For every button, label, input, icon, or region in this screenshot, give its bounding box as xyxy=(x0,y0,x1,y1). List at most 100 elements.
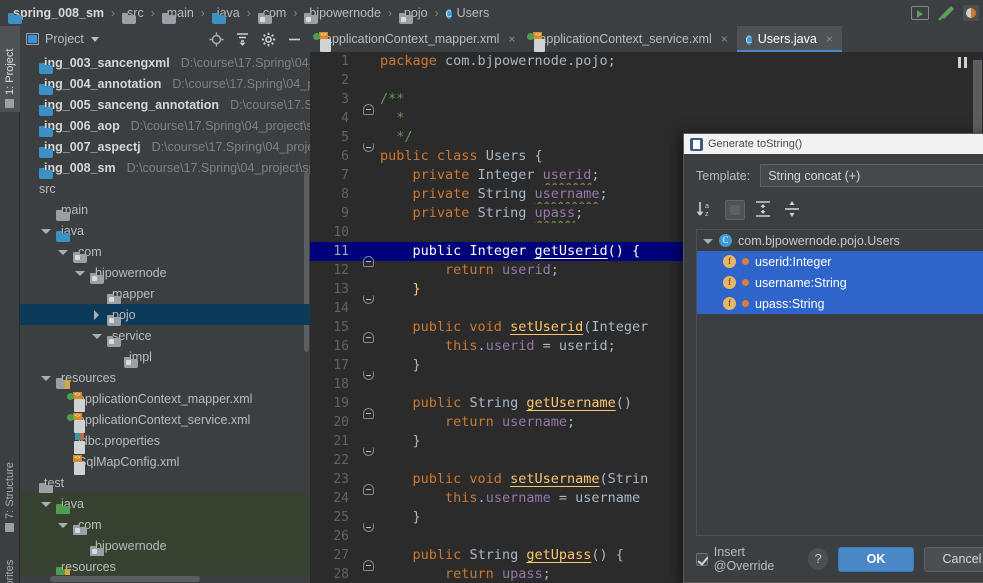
members-list-class-node[interactable]: Ccom.bjpowernode.pojo.Users xyxy=(697,230,983,251)
members-list[interactable]: Ccom.bjpowernode.pojo.Users f userid:Integ… xyxy=(696,229,983,536)
member-row[interactable]: f userid:Integer xyxy=(697,251,983,272)
member-label: userid:Integer xyxy=(755,254,832,269)
breadcrumb-item-java[interactable]: java xyxy=(210,3,242,24)
close-icon[interactable]: × xyxy=(721,32,728,46)
tree-node-service[interactable]: service xyxy=(20,325,310,347)
tree-node-label: applicationContext_service.xml xyxy=(78,412,251,427)
member-row[interactable]: f upass:String xyxy=(697,293,983,314)
insert-override-checkbox[interactable]: Insert @Override xyxy=(696,545,798,573)
tree-node-ing-006-aop[interactable]: ing_006_aop D:\course\17.Spring\04_projec… xyxy=(20,115,310,137)
tree-node-com[interactable]: com xyxy=(20,514,310,536)
dialog-footer: Insert @Override ? OK Cancel xyxy=(684,536,983,582)
close-icon[interactable]: × xyxy=(508,32,515,46)
project-tree[interactable]: ing_003_sancengxml D:\course\17.Spring\04… xyxy=(20,52,310,583)
tool-window-button-favorites[interactable]: Favorites xyxy=(0,531,20,583)
class-icon: C xyxy=(445,8,452,19)
ok-button[interactable]: OK xyxy=(838,546,914,572)
line-number: 21 xyxy=(333,434,349,449)
dialog-body: Template: String concat (+) a z C com.bj… xyxy=(684,154,983,536)
tree-node-bjpowernode[interactable]: bjpowernode xyxy=(20,535,310,557)
visibility-private-icon xyxy=(742,258,749,265)
editor-tab-applicationcontext-service-xml[interactable]: <> applicationContext_service.xml × xyxy=(524,26,736,52)
sort-alphabetically-icon[interactable]: a z xyxy=(696,200,716,220)
tree-node-sqlmapconfig-xml[interactable]: <> SqlMapConfig.xml xyxy=(20,451,310,475)
editor-tab-applicationcontext-mapper-xml[interactable]: <> applicationContext_mapper.xml × xyxy=(310,26,524,52)
editor-tab-users-java[interactable]: C Users.java × xyxy=(736,26,842,52)
code-line[interactable]: 2 xyxy=(310,71,983,90)
line-number: 6 xyxy=(341,149,349,164)
chevron-down-icon[interactable] xyxy=(41,226,51,236)
breadcrumb-item-main[interactable]: main xyxy=(160,3,196,24)
line-number: 2 xyxy=(341,73,349,88)
tree-node-resources[interactable]: resources xyxy=(20,556,310,578)
breadcrumb-item-bjpowernode[interactable]: bjpowernode xyxy=(302,3,383,24)
tree-node-applicationcontext-service-xml[interactable]: <> applicationContext_service.xml xyxy=(20,409,310,433)
member-row[interactable]: f username:String xyxy=(697,272,983,293)
dialog-title: Generate toString() xyxy=(708,138,803,150)
tool-window-label-project: 1: Project xyxy=(4,48,16,95)
tree-node-ing-008-sm[interactable]: ing_008_sm D:\course\17.Spring\04_project… xyxy=(20,157,310,179)
expand-all-icon[interactable] xyxy=(754,200,774,220)
tree-node-mapper[interactable]: mapper xyxy=(20,283,310,305)
chevron-right-icon[interactable] xyxy=(92,309,102,320)
tree-node-bjpowernode[interactable]: bjpowernode xyxy=(20,262,310,284)
tree-node-resources[interactable]: resources xyxy=(20,367,310,389)
tree-node-java[interactable]: java xyxy=(20,220,310,242)
tree-node-ing-004-annotation[interactable]: ing_004_annotation D:\course\17.Spring\04… xyxy=(20,73,310,95)
tree-node-impl[interactable]: impl xyxy=(20,346,310,368)
tree-node-com[interactable]: com xyxy=(20,241,310,263)
chevron-down-icon[interactable] xyxy=(90,34,100,44)
project-tree-horizontal-scrollbar[interactable] xyxy=(20,575,310,583)
help-button[interactable]: ? xyxy=(808,548,828,570)
tree-node-ing-007-aspectj[interactable]: ing_007_aspectj D:\course\17.Spring\04_pr… xyxy=(20,136,310,158)
breadcrumb-item-src[interactable]: src xyxy=(120,3,146,24)
tree-node-jdbc-properties[interactable]: jdbc.properties xyxy=(20,430,310,451)
collapse-all-icon[interactable] xyxy=(235,32,250,47)
tool-window-button-project[interactable]: 1: Project xyxy=(0,26,20,112)
tree-node-pojo[interactable]: pojo xyxy=(20,304,310,326)
tree-node-path: D:\course\17.Spring\04_project\sprin xyxy=(126,160,310,175)
line-number: 18 xyxy=(333,377,349,392)
chevron-down-icon[interactable] xyxy=(703,236,713,246)
line-number: 7 xyxy=(341,168,349,183)
chevron-down-icon[interactable] xyxy=(41,499,51,509)
chevron-down-icon[interactable] xyxy=(58,247,68,257)
hide-window-icon[interactable] xyxy=(287,32,302,47)
chevron-down-icon[interactable] xyxy=(75,268,85,278)
tree-node-main[interactable]: main xyxy=(20,199,310,221)
show-fields-toggle-icon[interactable] xyxy=(725,200,745,220)
breadcrumb-item-pojo[interactable]: pojo xyxy=(397,3,430,24)
tree-node-label: ing_005_sanceng_annotation xyxy=(44,97,220,112)
breadcrumb-item-com[interactable]: com xyxy=(256,3,289,24)
editor-marker-icon[interactable] xyxy=(957,57,969,68)
locate-target-icon[interactable] xyxy=(209,32,224,47)
tree-node-ing-003-sancengxml[interactable]: ing_003_sancengxml D:\course\17.Spring\04… xyxy=(20,52,310,74)
gear-icon[interactable] xyxy=(261,32,276,47)
build-hammer-icon[interactable] xyxy=(937,5,955,21)
tree-node-applicationcontext-mapper-xml[interactable]: <> applicationContext_mapper.xml xyxy=(20,388,310,412)
tree-node-test[interactable]: test xyxy=(20,472,310,494)
chevron-down-icon[interactable] xyxy=(41,373,51,383)
class-icon: C xyxy=(719,234,732,247)
template-select[interactable]: String concat (+) xyxy=(760,164,983,187)
run-configurations-icon[interactable] xyxy=(911,6,929,20)
code-line[interactable]: 3 /** xyxy=(310,90,983,115)
tree-node-path: D:\course\17.Spring\04_project\sp xyxy=(151,139,310,154)
breadcrumb-item-users[interactable]: C Users xyxy=(444,3,492,23)
chevron-down-icon[interactable] xyxy=(92,331,102,341)
tool-window-button-structure[interactable]: 7: Structure xyxy=(0,426,20,536)
more-actions-icon[interactable] xyxy=(963,5,979,21)
code-line[interactable]: 4 * xyxy=(310,109,983,128)
breadcrumb-item-spring-008-sm[interactable]: spring_008_sm xyxy=(6,3,106,24)
tree-node-ing-005-sanceng-annotation[interactable]: ing_005_sanceng_annotation D:\course\17.S… xyxy=(20,94,310,116)
breadcrumb-label: Users xyxy=(456,6,490,20)
close-icon[interactable]: × xyxy=(826,32,833,46)
code-line[interactable]: 1 package com.bjpowernode.pojo; xyxy=(310,52,983,71)
line-number: 26 xyxy=(333,529,349,544)
cancel-button[interactable]: Cancel xyxy=(924,546,983,572)
chevron-down-icon[interactable] xyxy=(58,520,68,530)
tree-node-src[interactable]: src xyxy=(20,178,310,199)
collapse-all-icon[interactable] xyxy=(783,200,803,220)
tree-node-java[interactable]: java xyxy=(20,493,310,515)
